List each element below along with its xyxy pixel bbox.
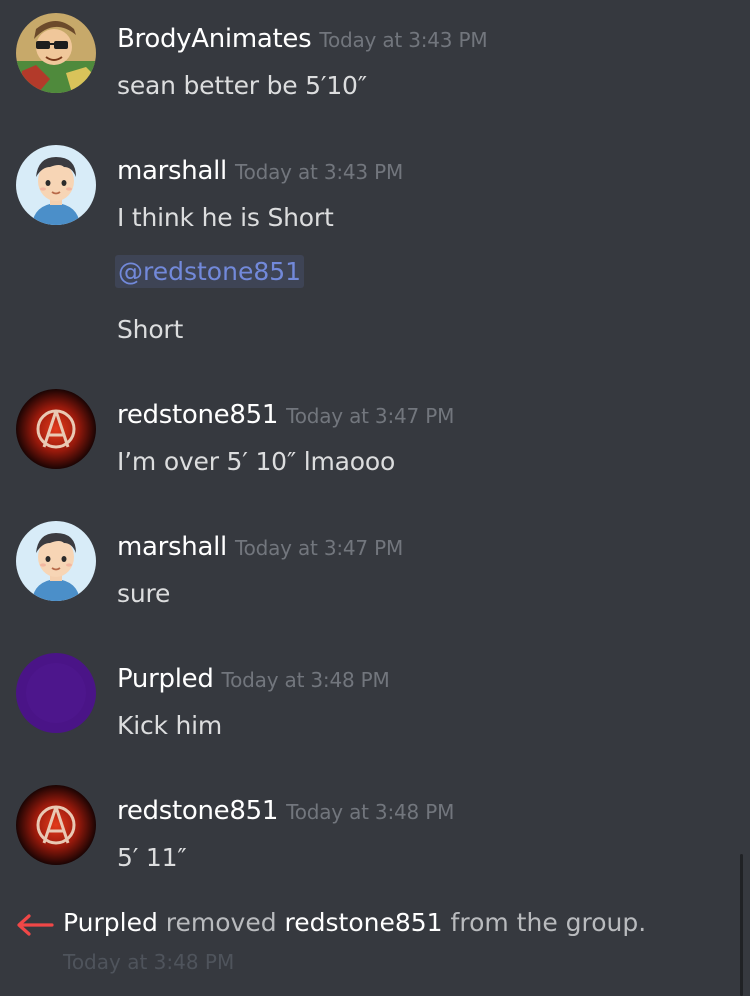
username[interactable]: marshall	[117, 156, 227, 186]
timestamp: Today at 3:48 PM	[286, 800, 455, 824]
message-text: sure	[117, 579, 171, 608]
avatar[interactable]	[16, 145, 96, 225]
timestamp: Today at 3:48 PM	[221, 668, 390, 692]
system-verb: removed	[165, 908, 277, 937]
message-text: Kick him	[117, 711, 223, 740]
message-text: I think he is Short	[117, 203, 334, 232]
message-header: marshall Today at 3:43 PM	[117, 156, 403, 186]
avatar[interactable]	[16, 389, 96, 469]
username[interactable]: redstone851	[117, 796, 278, 826]
timestamp: Today at 3:47 PM	[234, 536, 404, 560]
message-header: redstone851 Today at 3:48 PM	[117, 796, 454, 826]
system-message-text: Purpled removed redstone851 from the gro…	[63, 908, 646, 937]
system-actor[interactable]: Purpled	[63, 908, 158, 937]
boy-avatar-icon	[16, 145, 96, 225]
message-text: sean better be 5′10″	[117, 71, 367, 100]
message-text: 5′ 11″	[117, 843, 187, 872]
system-target[interactable]: redstone851	[285, 908, 443, 937]
message-header: redstone851 Today at 3:47 PM	[117, 400, 454, 430]
username[interactable]: Purpled	[117, 664, 214, 694]
purple-avatar-icon	[16, 653, 96, 733]
anarchy-logo-avatar-icon	[16, 389, 96, 469]
timestamp: Today at 3:47 PM	[286, 404, 455, 428]
system-suffix: from the group.	[450, 908, 647, 937]
username[interactable]: redstone851	[117, 400, 278, 430]
system-timestamp: Today at 3:48 PM	[63, 950, 235, 974]
timestamp: Today at 3:43 PM	[319, 28, 488, 52]
scrollbar[interactable]	[740, 854, 743, 996]
avatar[interactable]	[16, 13, 96, 93]
user-mention[interactable]: @redstone851	[115, 255, 305, 288]
timestamp: Today at 3:43 PM	[234, 160, 404, 184]
message-header: BrodyAnimates Today at 3:43 PM	[117, 24, 488, 54]
avatar[interactable]	[16, 653, 96, 733]
avatar[interactable]	[16, 521, 96, 601]
message-header: Purpled Today at 3:48 PM	[117, 664, 390, 694]
username[interactable]: marshall	[117, 532, 227, 562]
avatar[interactable]	[16, 785, 96, 865]
message-text: Short	[117, 315, 184, 344]
anarchy-logo-avatar-icon	[16, 785, 96, 865]
message-header: marshall Today at 3:47 PM	[117, 532, 403, 562]
username[interactable]: BrodyAnimates	[117, 24, 312, 54]
cartoon-avatar-icon	[16, 13, 96, 93]
boy-avatar-icon	[16, 521, 96, 601]
left-arrow-icon	[17, 914, 54, 936]
message-text: I’m over 5′ 10″ lmaooo	[117, 447, 396, 476]
